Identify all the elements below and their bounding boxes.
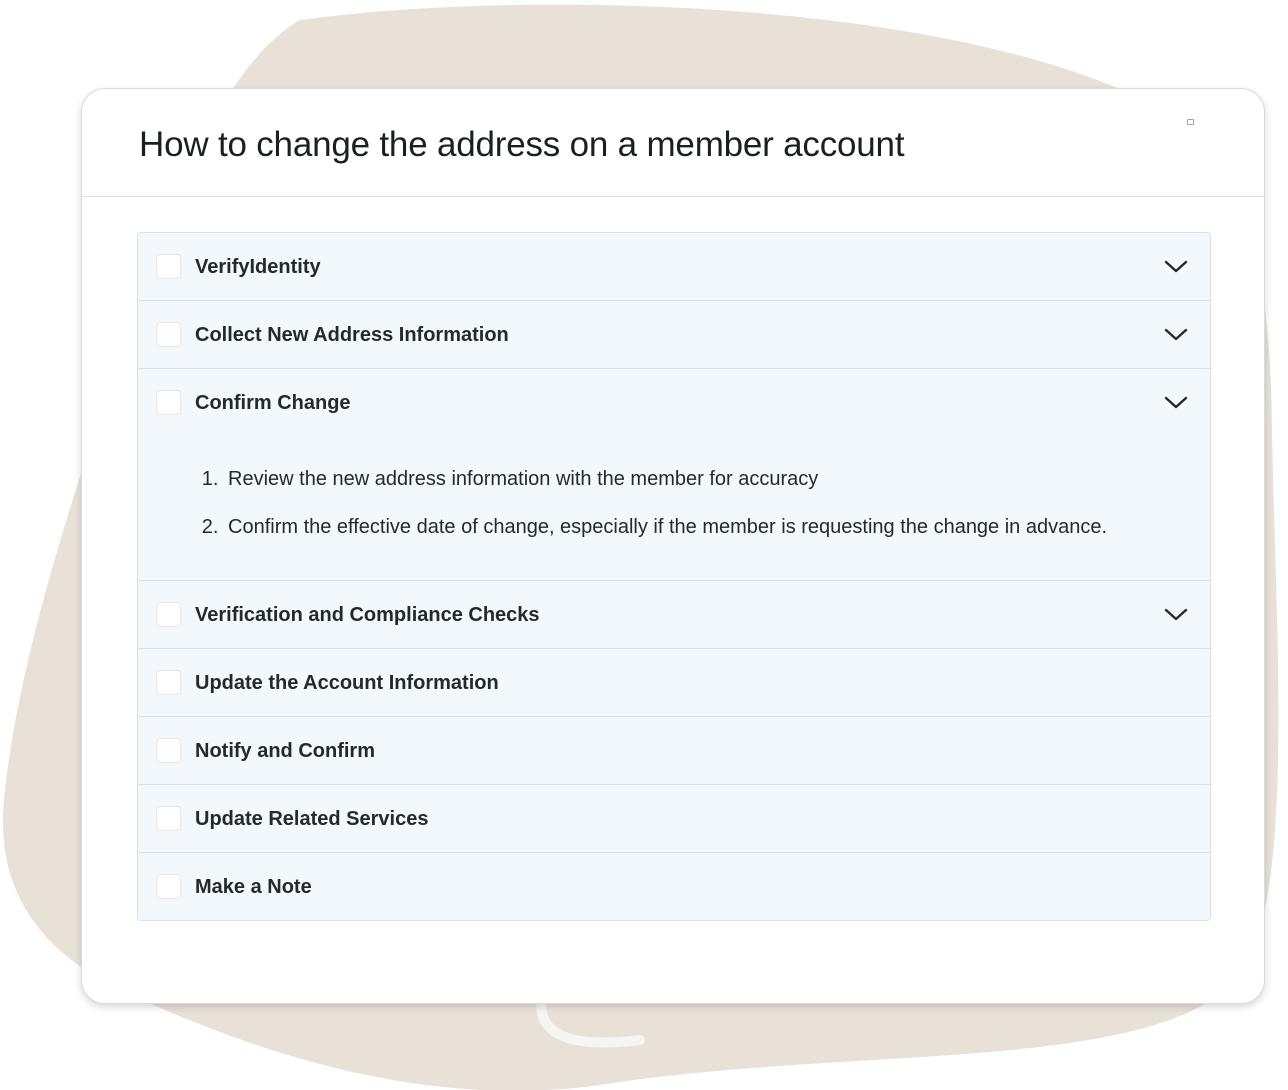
section-update-account: Update the Account Information [138,649,1210,717]
step-checkbox[interactable] [156,874,181,899]
section-header[interactable]: Confirm Change [138,369,1210,436]
list-item: Review the new address information with … [224,466,1130,492]
section-header[interactable]: VerifyIdentity [138,233,1210,300]
section-label: Make a Note [195,876,312,898]
card-header: How to change the address on a member ac… [82,89,1264,197]
section-body: Review the new address information with … [138,436,1210,580]
section-make-note: Make a Note [138,853,1210,920]
step-checkbox[interactable] [156,254,181,279]
list-item: Confirm the effective date of change, es… [224,514,1130,540]
section-label: Notify and Confirm [195,740,375,762]
section-update-services: Update Related Services [138,785,1210,853]
section-header[interactable]: Verification and Compliance Checks [138,581,1210,648]
window-icon[interactable] [1187,119,1194,125]
steps-list: Review the new address information with … [198,466,1130,540]
section-collect-address: Collect New Address Information [138,301,1210,369]
steps-accordion: VerifyIdentity Collect New Address Infor… [137,232,1211,921]
step-checkbox[interactable] [156,806,181,831]
section-verification-compliance: Verification and Compliance Checks [138,581,1210,649]
chevron-down-icon[interactable] [1164,605,1188,623]
section-label: Confirm Change [195,392,351,414]
step-checkbox[interactable] [156,322,181,347]
section-header[interactable]: Collect New Address Information [138,301,1210,368]
step-checkbox[interactable] [156,602,181,627]
chevron-down-icon[interactable] [1164,257,1188,275]
chevron-down-icon[interactable] [1164,325,1188,343]
chevron-down-icon[interactable] [1164,393,1188,411]
step-checkbox[interactable] [156,390,181,415]
page-title: How to change the address on a member ac… [139,125,905,164]
section-confirm-change: Confirm Change Review the new address in… [138,369,1210,581]
section-verify-identity: VerifyIdentity [138,233,1210,301]
section-header[interactable]: Make a Note [138,853,1210,920]
procedure-card: How to change the address on a member ac… [81,88,1265,1004]
section-label: Update Related Services [195,808,429,830]
section-header[interactable]: Update the Account Information [138,649,1210,716]
step-checkbox[interactable] [156,670,181,695]
page: How to change the address on a member ac… [0,0,1288,1090]
section-label: Collect New Address Information [195,324,509,346]
section-notify-confirm: Notify and Confirm [138,717,1210,785]
section-header[interactable]: Update Related Services [138,785,1210,852]
step-checkbox[interactable] [156,738,181,763]
section-label: Verification and Compliance Checks [195,604,540,626]
section-label: VerifyIdentity [195,256,321,278]
section-header[interactable]: Notify and Confirm [138,717,1210,784]
section-label: Update the Account Information [195,672,499,694]
